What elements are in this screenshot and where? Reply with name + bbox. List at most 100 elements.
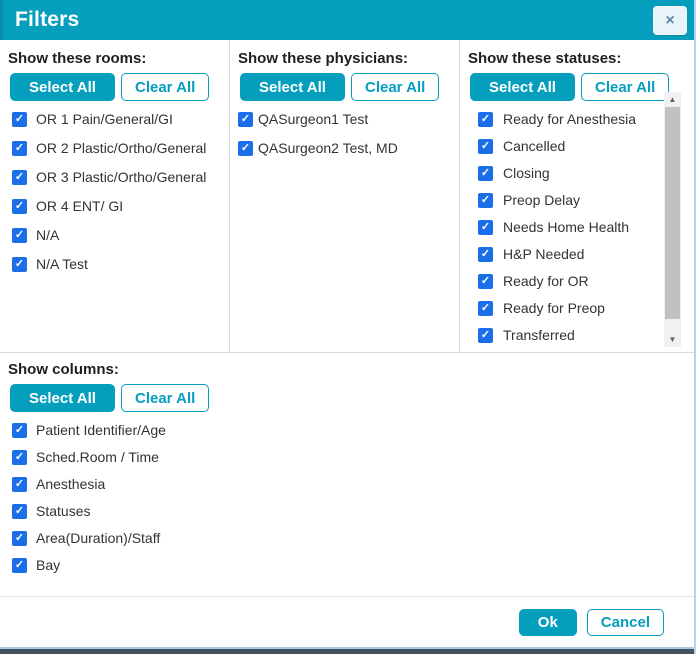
- checkbox[interactable]: ✓: [12, 477, 27, 492]
- physicians-section: Show these physicians: Select All Clear …: [230, 40, 460, 352]
- checkbox-label: Ready for Anesthesia: [503, 111, 636, 127]
- checkbox[interactable]: ✓: [12, 558, 27, 573]
- columns-checkbox-list: ✓Patient Identifier/Age✓Sched.Room / Tim…: [8, 422, 694, 573]
- checkbox[interactable]: ✓: [12, 423, 27, 438]
- rooms-select-all-button[interactable]: Select All: [10, 73, 115, 101]
- checkbox-item[interactable]: ✓OR 4 ENT/ GI: [12, 198, 229, 214]
- checkbox[interactable]: ✓: [478, 220, 493, 235]
- cancel-button[interactable]: Cancel: [587, 609, 664, 636]
- checkbox-item[interactable]: ✓ Ready for Anesthesia: [478, 111, 694, 127]
- dialog-header: Filters ×: [0, 0, 694, 40]
- statuses-section-title: Show these statuses:: [468, 50, 694, 67]
- checkbox[interactable]: ✓: [478, 139, 493, 154]
- checkbox[interactable]: ✓: [12, 199, 27, 214]
- checkbox-label: OR 3 Plastic/Ortho/General: [36, 169, 206, 185]
- checkbox-label: Ready for Preop: [503, 300, 605, 316]
- checkbox-label: Preop Delay: [503, 192, 580, 208]
- checkbox-item[interactable]: ✓Patient Identifier/Age: [12, 422, 694, 438]
- checkbox[interactable]: ✓: [238, 141, 253, 156]
- rooms-button-row: Select All Clear All: [10, 73, 229, 101]
- statuses-select-all-button[interactable]: Select All: [470, 73, 575, 101]
- checkbox[interactable]: ✓: [238, 112, 253, 127]
- checkbox-item[interactable]: ✓ OR 1 Pain/General/GI: [12, 111, 229, 127]
- statuses-checkbox-list: ✓Ready for Anesthesia✓Cancelled✓Closing✓…: [468, 111, 694, 343]
- dialog-title: Filters: [15, 8, 79, 32]
- checkbox-item[interactable]: ✓ Sched.Room / Time: [12, 449, 694, 465]
- checkbox-label: Transferred: [503, 327, 575, 343]
- checkbox[interactable]: ✓: [478, 301, 493, 316]
- physicians-checkbox-list: ✓ QASurgeon1 Test ✓ QASurgeon2 Test, MD: [238, 111, 459, 156]
- filters-dialog: Filters × Show these rooms: Select All C…: [0, 0, 696, 654]
- checkbox[interactable]: ✓: [478, 166, 493, 181]
- checkbox[interactable]: ✓: [478, 328, 493, 343]
- checkbox-item[interactable]: ✓ Needs Home Health: [478, 219, 694, 235]
- checkbox[interactable]: ✓: [478, 193, 493, 208]
- close-icon[interactable]: ×: [653, 6, 687, 35]
- checkbox-label: Needs Home Health: [503, 219, 629, 235]
- statuses-button-row: Select All Clear All: [470, 73, 694, 101]
- statuses-clear-all-button[interactable]: Clear All: [581, 73, 669, 101]
- checkbox[interactable]: ✓: [12, 112, 27, 127]
- checkbox-item[interactable]: ✓ Bay: [12, 557, 694, 573]
- checkbox-item[interactable]: ✓H&P Needed: [478, 246, 694, 262]
- checkbox[interactable]: ✓: [12, 450, 27, 465]
- checkbox-item[interactable]: ✓ Ready for OR: [478, 273, 694, 289]
- checkbox-item[interactable]: ✓ N/A: [12, 227, 229, 243]
- checkbox-label: Closing: [503, 165, 550, 181]
- dialog-footer: Ok Cancel: [0, 596, 694, 647]
- checkbox[interactable]: ✓: [12, 504, 27, 519]
- checkbox-item[interactable]: ✓ Ready for Preop: [478, 300, 694, 316]
- scrollbar-up-icon[interactable]: ▲: [664, 92, 681, 107]
- checkbox-label: Anesthesia: [36, 476, 105, 492]
- checkbox-item[interactable]: ✓Statuses: [12, 503, 694, 519]
- checkbox-item[interactable]: ✓ Closing: [478, 165, 694, 181]
- checkbox[interactable]: ✓: [12, 257, 27, 272]
- checkbox-label: Ready for OR: [503, 273, 589, 289]
- checkbox-label: Sched.Room / Time: [36, 449, 159, 465]
- checkbox-item[interactable]: ✓ Transferred: [478, 327, 694, 343]
- statuses-scrollbar[interactable]: ▲ ▼: [664, 92, 681, 347]
- columns-section: Show columns: Select All Clear All ✓Pati…: [0, 353, 694, 596]
- checkbox[interactable]: ✓: [478, 274, 493, 289]
- checkbox[interactable]: ✓: [12, 141, 27, 156]
- scrollbar-thumb[interactable]: [665, 107, 680, 319]
- columns-section-title: Show columns:: [8, 361, 694, 378]
- physicians-select-all-button[interactable]: Select All: [240, 73, 345, 101]
- checkbox[interactable]: ✓: [478, 112, 493, 127]
- checkbox-label: Cancelled: [503, 138, 565, 154]
- rooms-checkbox-list: ✓ OR 1 Pain/General/GI ✓ OR 2 Plastic/Ortho…: [8, 111, 229, 272]
- checkbox-label: Bay: [36, 557, 60, 573]
- checkbox[interactable]: ✓: [12, 228, 27, 243]
- checkbox-item[interactable]: ✓ Cancelled: [478, 138, 694, 154]
- scrollbar-down-icon[interactable]: ▼: [664, 332, 681, 347]
- checkbox-item[interactable]: ✓ OR 3 Plastic/Ortho/General: [12, 169, 229, 185]
- checkbox-label: QASurgeon1 Test: [258, 111, 368, 127]
- ok-button[interactable]: Ok: [519, 609, 577, 636]
- checkbox-label: N/A Test: [36, 256, 88, 272]
- statuses-section: Show these statuses: Select All Clear Al…: [460, 40, 694, 352]
- page-background-strip: [0, 647, 694, 654]
- checkbox[interactable]: ✓: [12, 170, 27, 185]
- rooms-section: Show these rooms: Select All Clear All ✓…: [0, 40, 230, 352]
- checkbox-item[interactable]: ✓ N/A Test: [12, 256, 229, 272]
- filter-columns: Show these rooms: Select All Clear All ✓…: [0, 40, 694, 353]
- checkbox[interactable]: ✓: [12, 531, 27, 546]
- columns-select-all-button[interactable]: Select All: [10, 384, 115, 412]
- checkbox-label: OR 1 Pain/General/GI: [36, 111, 173, 127]
- physicians-section-title: Show these physicians:: [238, 50, 459, 67]
- checkbox-item[interactable]: ✓ QASurgeon1 Test: [238, 111, 459, 127]
- checkbox[interactable]: ✓: [478, 247, 493, 262]
- physicians-clear-all-button[interactable]: Clear All: [351, 73, 439, 101]
- checkbox-label: QASurgeon2 Test, MD: [258, 140, 398, 156]
- checkbox-item[interactable]: ✓ QASurgeon2 Test, MD: [238, 140, 459, 156]
- checkbox-label: Area(Duration)/Staff: [36, 530, 160, 546]
- checkbox-item[interactable]: ✓ Area(Duration)/Staff: [12, 530, 694, 546]
- checkbox-item[interactable]: ✓ Preop Delay: [478, 192, 694, 208]
- rooms-clear-all-button[interactable]: Clear All: [121, 73, 209, 101]
- columns-clear-all-button[interactable]: Clear All: [121, 384, 209, 412]
- columns-button-row: Select All Clear All: [10, 384, 694, 412]
- checkbox-label: N/A: [36, 227, 59, 243]
- checkbox-label: OR 2 Plastic/Ortho/General: [36, 140, 206, 156]
- checkbox-item[interactable]: ✓ OR 2 Plastic/Ortho/General: [12, 140, 229, 156]
- checkbox-item[interactable]: ✓ Anesthesia: [12, 476, 694, 492]
